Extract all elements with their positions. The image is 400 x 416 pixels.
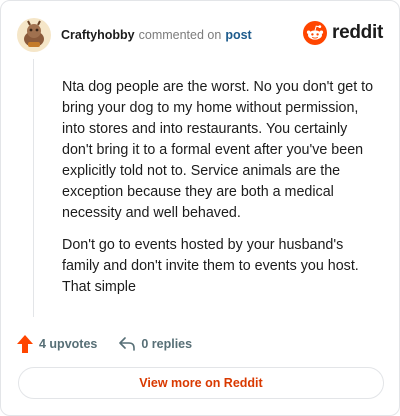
comment-embed-card: Craftyhobby commented on post reddit Nta… bbox=[0, 0, 400, 416]
username[interactable]: Craftyhobby bbox=[61, 28, 135, 42]
action-text: commented on bbox=[138, 28, 222, 42]
reddit-logo-icon bbox=[303, 21, 328, 45]
comment-body: Nta dog people are the worst. No you don… bbox=[62, 77, 380, 309]
avatar[interactable] bbox=[17, 18, 51, 52]
reddit-logo[interactable]: reddit bbox=[303, 21, 383, 45]
thread-line bbox=[33, 59, 34, 317]
post-link[interactable]: post bbox=[225, 28, 251, 42]
comment-header: Craftyhobby commented on post reddit bbox=[17, 17, 383, 53]
view-more-button[interactable]: View more on Reddit bbox=[18, 367, 384, 399]
comment-footer: 4 upvotes 0 replies bbox=[17, 334, 192, 354]
upvotes-stat[interactable]: 4 upvotes bbox=[17, 335, 97, 353]
reply-arrow-icon bbox=[119, 337, 136, 351]
replies-count: 0 replies bbox=[141, 337, 193, 351]
comment-meta: Craftyhobby commented on post bbox=[61, 28, 252, 42]
upvote-arrow-icon bbox=[17, 335, 33, 353]
snoo-avatar-icon bbox=[24, 20, 44, 47]
comment-paragraph: Don't go to events hosted by your husban… bbox=[62, 237, 359, 295]
comment-paragraph: Nta dog people are the worst. No you don… bbox=[62, 79, 374, 221]
replies-stat[interactable]: 0 replies bbox=[119, 337, 192, 351]
upvotes-count: 4 upvotes bbox=[39, 337, 98, 351]
brand-wordmark: reddit bbox=[332, 22, 383, 43]
